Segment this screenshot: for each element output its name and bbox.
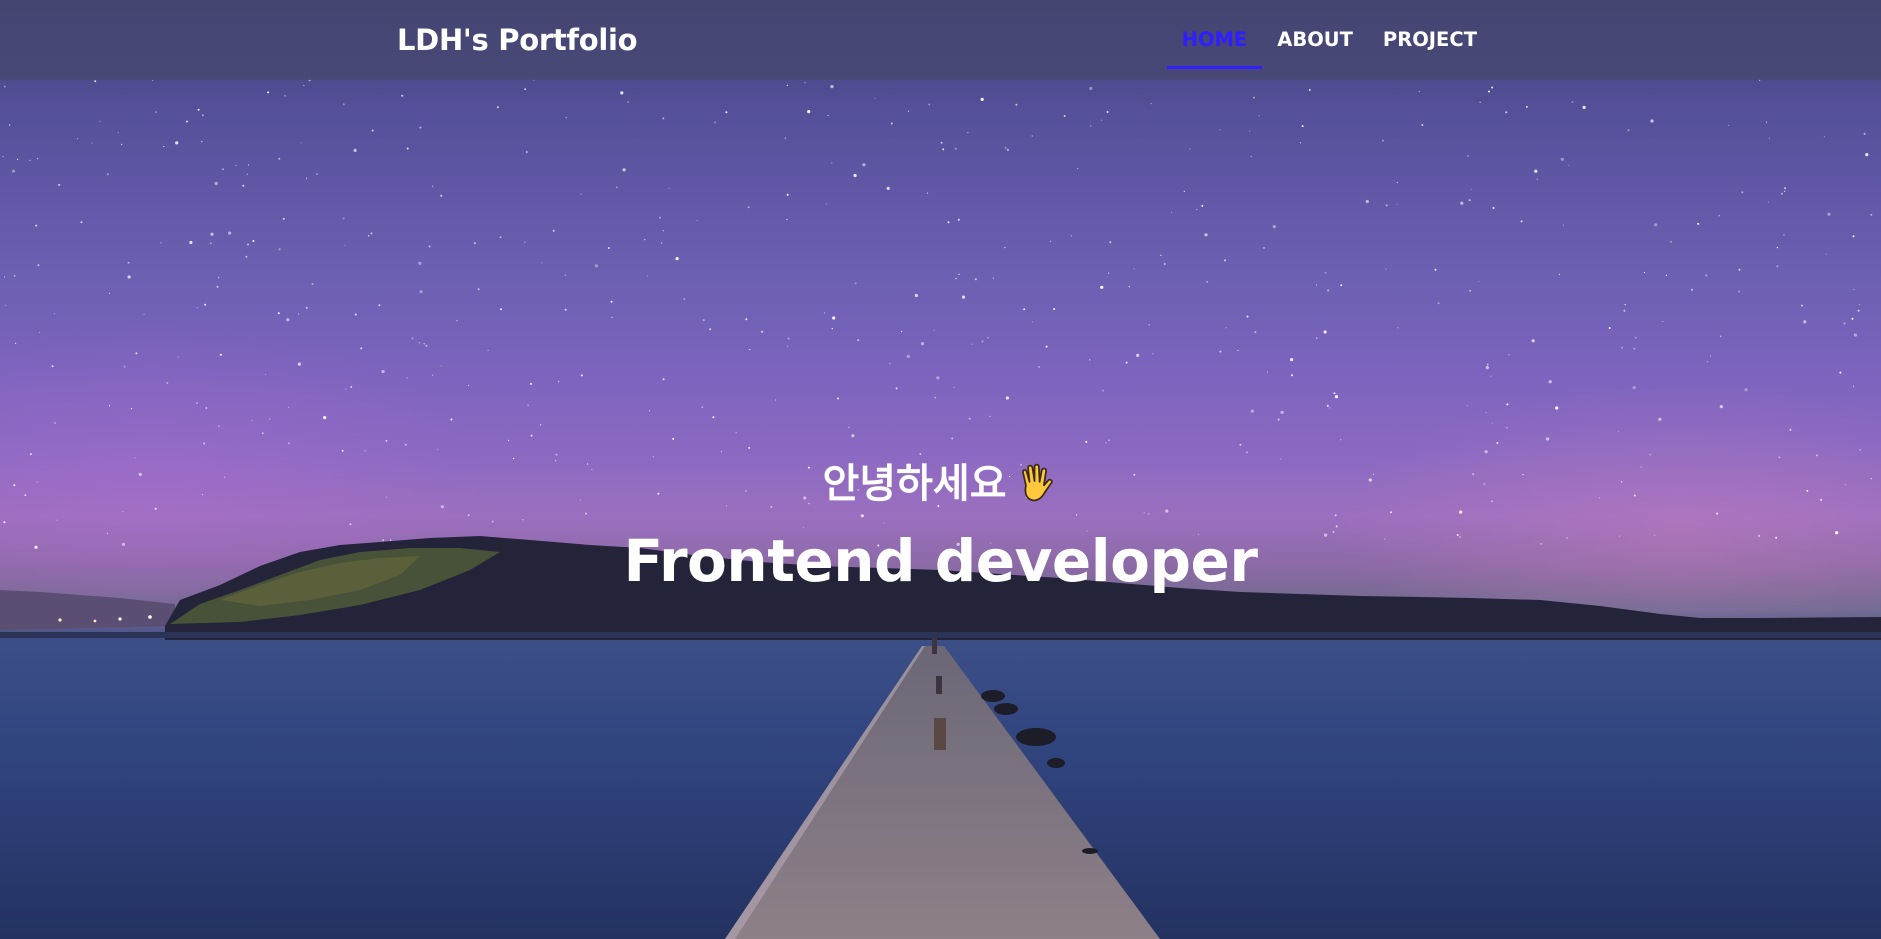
waving-hand-icon: [1021, 463, 1053, 502]
nav-menu: HOME ABOUT PROJECT: [1166, 0, 1492, 80]
hero-text: 안녕하세요 Frontend developer: [0, 456, 1881, 596]
navbar: LDH's Portfolio HOME ABOUT PROJECT: [0, 0, 1881, 80]
nav-item-about[interactable]: ABOUT: [1262, 0, 1368, 80]
hero-title: Frontend developer: [623, 527, 1258, 595]
nav-item-home[interactable]: HOME: [1166, 0, 1263, 80]
greeting: 안녕하세요: [823, 456, 1059, 512]
nav-item-project[interactable]: PROJECT: [1368, 0, 1492, 80]
brand-logo[interactable]: LDH's Portfolio: [397, 22, 638, 58]
greeting-text: 안녕하세요: [822, 461, 1007, 507]
hero-section: LDH's Portfolio HOME ABOUT PROJECT 안녕하세요…: [0, 0, 1881, 939]
